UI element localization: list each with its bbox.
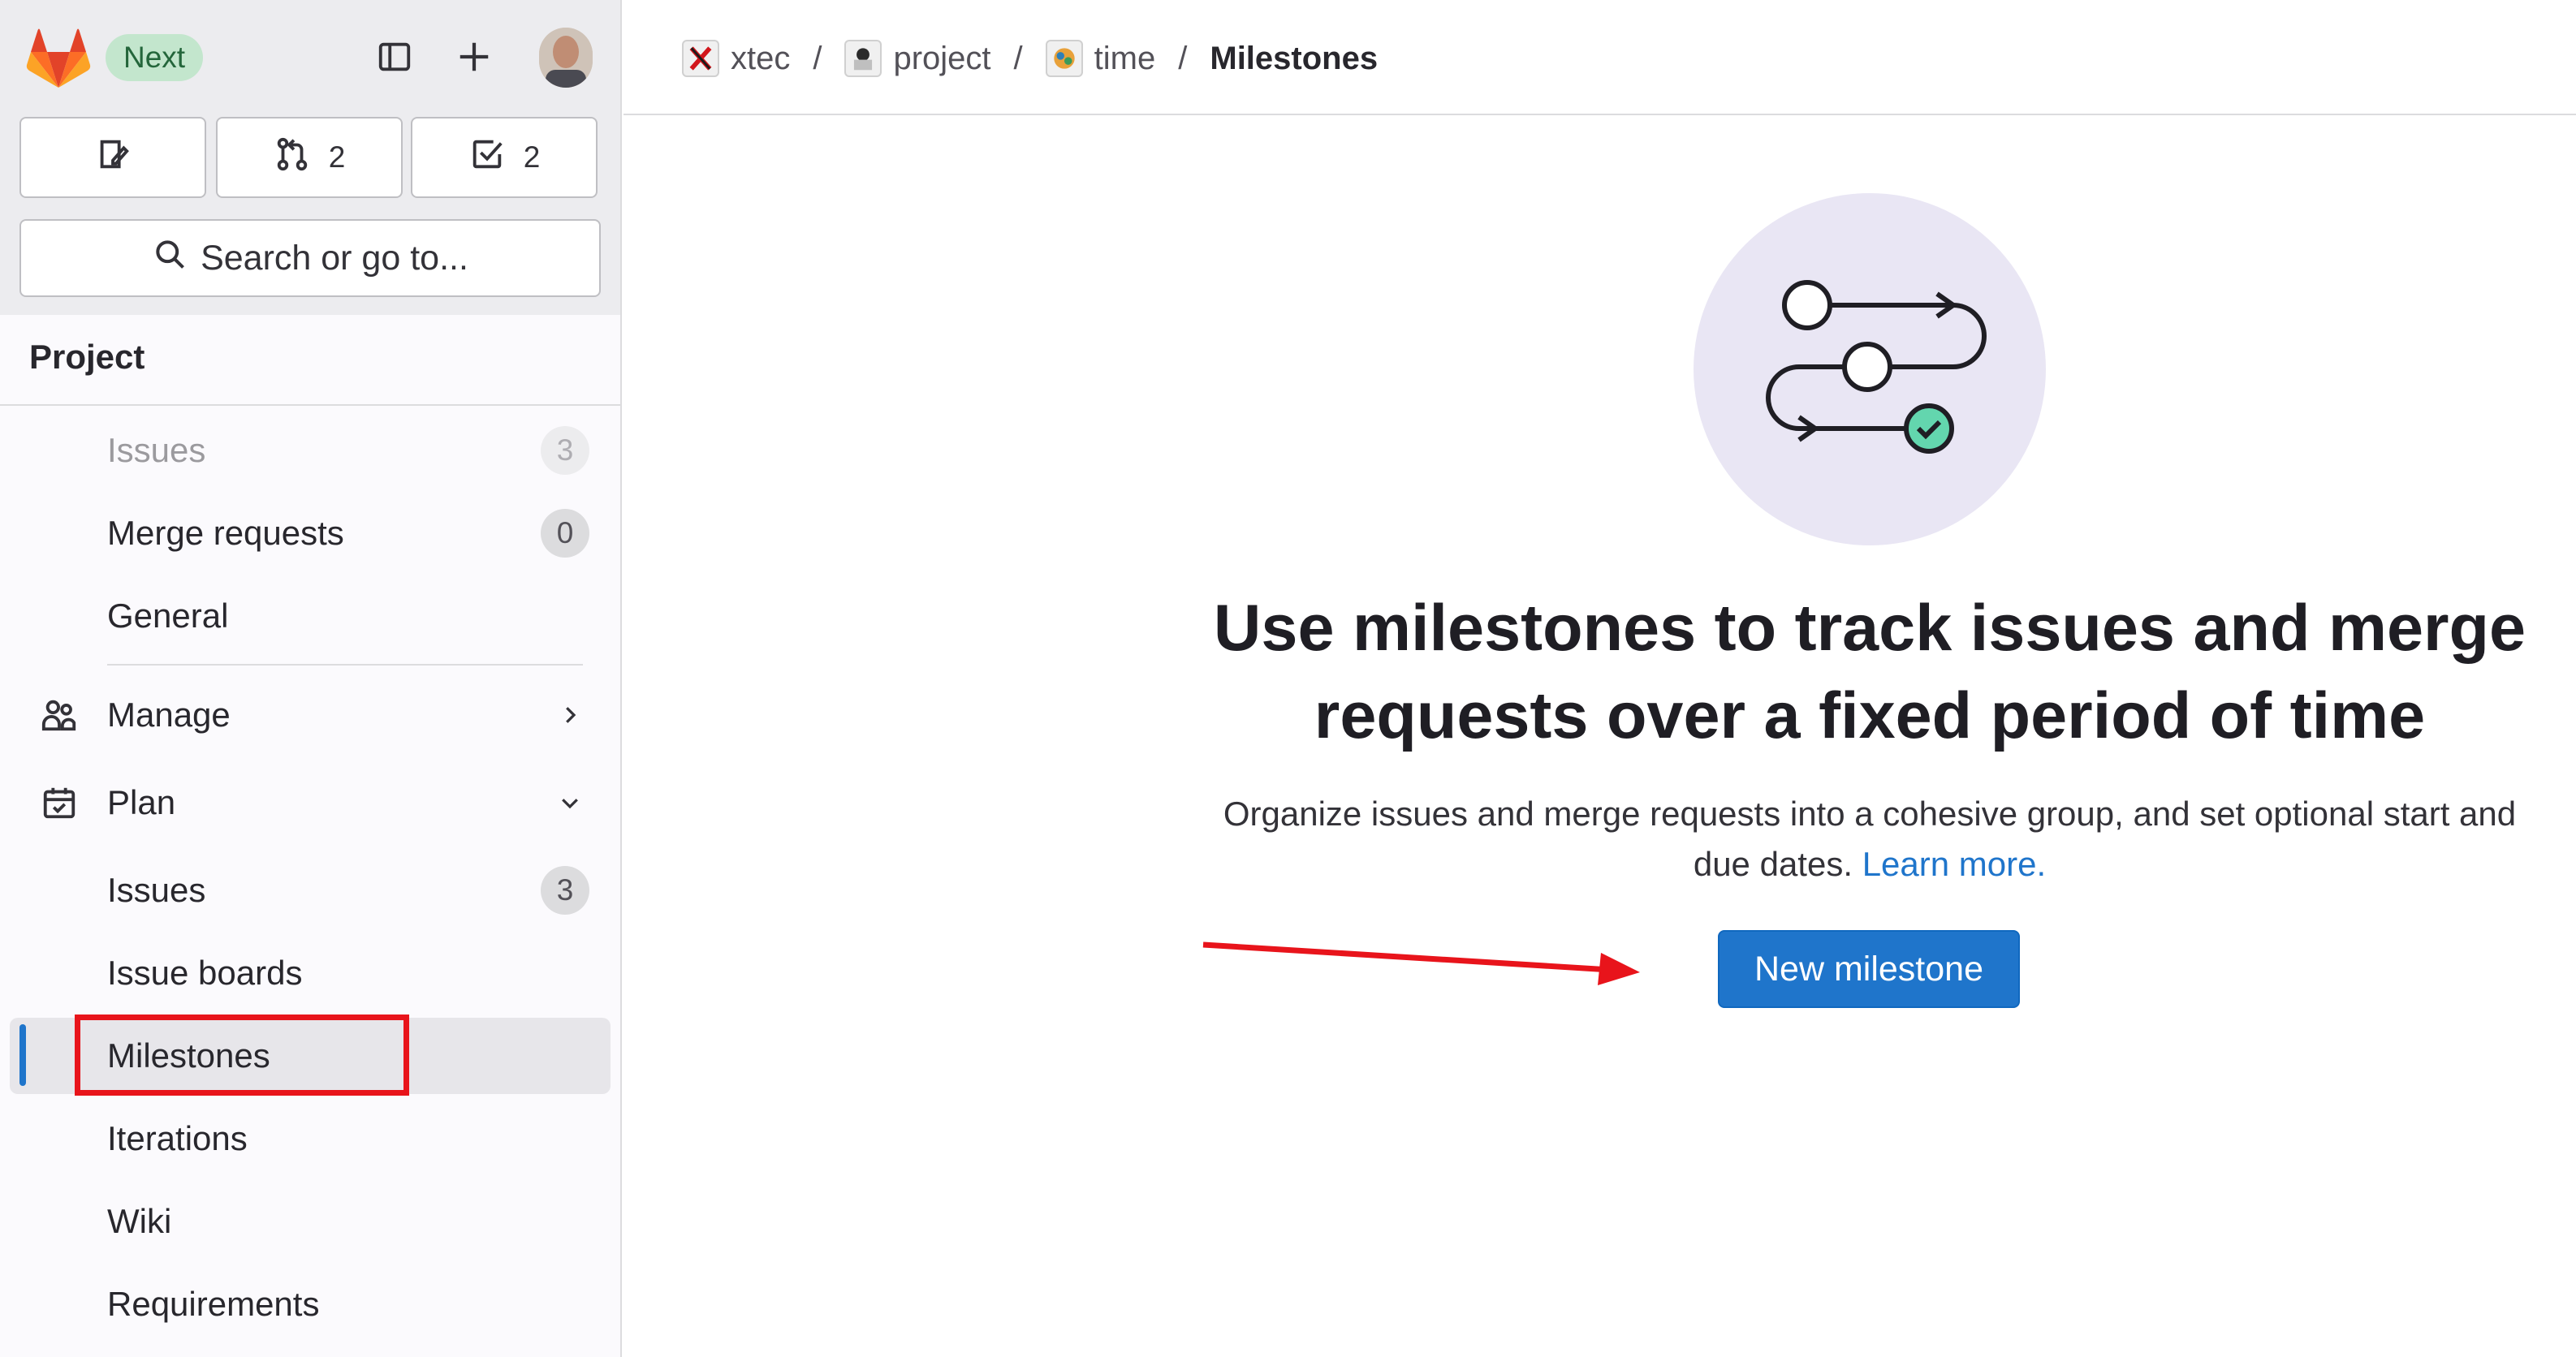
todo-icon	[468, 136, 506, 180]
annotation-highlight-box	[75, 1015, 409, 1096]
group-avatar-icon	[844, 40, 882, 77]
chevron-right-icon	[554, 699, 586, 731]
breadcrumb-separator: /	[813, 40, 822, 76]
sidebar-item-label: Issue boards	[107, 954, 303, 992]
sidebar-item-general[interactable]: General	[10, 578, 611, 654]
sidebar-item-issue-boards[interactable]: Issue boards	[10, 935, 611, 1011]
breadcrumb-current: Milestones	[1210, 40, 1379, 76]
calendar-icon	[39, 782, 80, 823]
sidebar-item-label: Iterations	[107, 1119, 248, 1157]
search-input[interactable]: Search or go to...	[19, 219, 601, 297]
users-icon	[39, 695, 80, 735]
avatar[interactable]	[539, 28, 593, 88]
sidebar: Next 2 2 Search or go to... Project Issu…	[0, 0, 622, 1357]
sidebar-item-plan[interactable]: Plan	[10, 765, 611, 841]
gitlab-logo[interactable]	[26, 26, 91, 89]
breadcrumb-separator: /	[1178, 40, 1188, 76]
project-section-title: Project	[29, 338, 145, 376]
sidebar-item-requirements[interactable]: Requirements	[10, 1266, 611, 1342]
breadcrumb-item-xtec[interactable]: xtec	[682, 40, 790, 77]
breadcrumb-label: project	[893, 40, 991, 76]
breadcrumb-separator: /	[1013, 40, 1023, 76]
new-milestone-button[interactable]: New milestone	[1718, 930, 2020, 1008]
sidebar-item-issues-pinned[interactable]: Issues 3	[10, 412, 611, 489]
assigned-issues-button[interactable]	[19, 117, 206, 198]
merge-requests-count: 2	[328, 140, 346, 174]
count-badge: 0	[541, 509, 589, 558]
sidebar-item-label: Merge requests	[107, 514, 344, 552]
sidebar-item-wiki[interactable]: Wiki	[10, 1183, 611, 1260]
breadcrumb-label: xtec	[731, 40, 791, 76]
learn-more-link[interactable]: Learn more.	[1862, 845, 2046, 883]
sidebar-item-merge-requests[interactable]: Merge requests 0	[10, 495, 611, 571]
issues-icon	[94, 136, 132, 180]
sidebar-item-label: General	[107, 597, 229, 635]
empty-state-title: Use milestones to track issues and merge…	[1213, 592, 2526, 752]
sidebar-item-label: Plan	[107, 783, 176, 821]
count-badge: 3	[541, 866, 589, 915]
plus-icon[interactable]	[451, 34, 497, 80]
sidebar-item-label: Manage	[107, 696, 231, 734]
divider	[107, 664, 583, 666]
sidebar-item-manage[interactable]: Manage	[10, 677, 611, 753]
group-avatar-icon	[682, 40, 719, 77]
breadcrumb-item-project[interactable]: project	[844, 40, 991, 77]
sidebar-item-label: Issues	[107, 431, 206, 469]
search-placeholder: Search or go to...	[201, 238, 468, 278]
sidebar-item-iterations[interactable]: Iterations	[10, 1101, 611, 1177]
active-indicator	[19, 1024, 26, 1086]
sidebar-item-label: Issues	[107, 871, 206, 909]
chevron-down-icon	[554, 786, 586, 819]
divider	[0, 404, 620, 406]
empty-state-description: Organize issues and merge requests into …	[1193, 789, 2546, 890]
sidebar-item-issues[interactable]: Issues 3	[10, 852, 611, 928]
merge-request-icon	[274, 136, 311, 180]
sidebar-item-label: Requirements	[107, 1285, 320, 1323]
next-badge[interactable]: Next	[106, 34, 204, 81]
milestone-illustration	[1694, 193, 2046, 545]
todos-count: 2	[523, 140, 541, 174]
breadcrumb-item-time[interactable]: time	[1045, 40, 1156, 77]
search-icon	[152, 236, 188, 281]
count-badge: 3	[541, 426, 589, 475]
page-header: xtec / project / time / Milestones	[624, 0, 2576, 115]
project-avatar-icon	[1045, 40, 1083, 77]
sidebar-item-label: Wiki	[107, 1202, 172, 1240]
breadcrumb-label: time	[1094, 40, 1156, 76]
sidebar-toggle-icon[interactable]	[372, 34, 417, 80]
merge-requests-button[interactable]: 2	[216, 117, 403, 198]
todos-button[interactable]: 2	[411, 117, 598, 198]
breadcrumb: xtec / project / time / Milestones	[682, 36, 1378, 81]
annotation-arrow	[1202, 941, 1640, 985]
sidebar-top: Next 2 2 Search or go to...	[0, 0, 620, 315]
